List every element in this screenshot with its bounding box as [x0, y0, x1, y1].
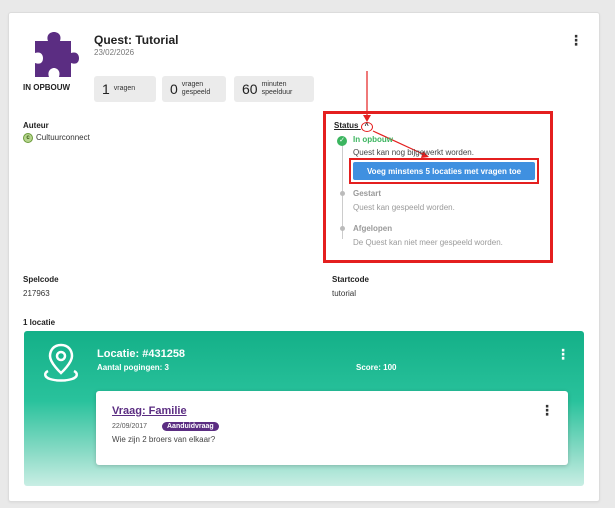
stat-played-label: vragen gespeeld: [181, 81, 211, 96]
stat-questions: 1 vragen: [94, 76, 156, 102]
speelcode-label: Spelcode: [23, 275, 59, 284]
location-score: Score: 100: [356, 363, 397, 372]
location-kebab-icon[interactable]: ⋮: [556, 347, 570, 361]
location-title: Locatie: #431258: [97, 348, 186, 360]
speelcode-value: 217963: [23, 289, 50, 298]
quest-title: Quest: Tutorial: [94, 33, 179, 47]
location-count: 1 locatie: [23, 318, 56, 327]
check-icon: ✓: [337, 136, 347, 146]
step-gestart-desc: Quest kan gespeeld worden.: [353, 203, 455, 212]
startcode-label: Startcode: [332, 275, 369, 284]
chevron-up-icon[interactable]: ^: [360, 122, 373, 132]
question-title-link[interactable]: Vraag: Familie: [112, 405, 187, 417]
question-type-badge: Aanduidvraag: [162, 422, 219, 431]
add-locations-button[interactable]: Voeg minstens 5 locaties met vragen toe: [353, 162, 535, 180]
cultuurconnect-logo-icon: c: [23, 133, 33, 143]
stat-played: 0 vragen gespeeld: [162, 76, 226, 102]
stat-duration-number: 60: [242, 81, 258, 97]
puzzle-icon: [35, 32, 79, 77]
step-dot-afgelopen: [340, 226, 345, 231]
step-afgelopen-desc: De Quest kan niet meer gespeeld worden.: [353, 238, 503, 247]
status-timeline-line: [342, 141, 343, 239]
startcode-value: tutorial: [332, 289, 357, 298]
quest-status-label: IN OPBOUW: [23, 83, 71, 92]
status-header[interactable]: Status ^: [334, 121, 373, 132]
step-in-opbouw-title: In opbouw: [353, 135, 393, 144]
location-attempts: Aantal pogingen: 3: [97, 363, 169, 372]
step-dot-gestart: [340, 191, 345, 196]
question-card: Vraag: Familie 22/09/2017 Aanduidvraag W…: [96, 391, 568, 465]
author-label: Auteur: [23, 121, 49, 130]
kebab-vertical-icon[interactable]: ⋮: [569, 33, 583, 47]
stat-questions-label: vragen: [113, 85, 136, 92]
author-value: c Cultuurconnect: [23, 133, 90, 143]
step-gestart-title: Gestart: [353, 189, 382, 198]
question-text: Wie zijn 2 broers van elkaar?: [112, 435, 216, 444]
stat-duration: 60 minuten speelduur: [234, 76, 314, 102]
stat-duration-label: minuten speelduur: [261, 81, 293, 96]
location-card: Locatie: #431258 Aantal pogingen: 3 Scor…: [24, 331, 584, 486]
question-date: 22/09/2017: [112, 423, 148, 430]
step-in-opbouw-desc: Quest kan nog bijgewerkt worden.: [353, 148, 474, 157]
stat-questions-number: 1: [102, 81, 110, 97]
quest-card: Quest: Tutorial 23/02/2026 ⋮ IN OPBOUW 1…: [8, 12, 600, 502]
quest-date: 23/02/2026: [94, 48, 135, 57]
question-kebab-icon[interactable]: ⋮: [540, 403, 554, 417]
stat-played-number: 0: [170, 81, 178, 97]
step-afgelopen-title: Afgelopen: [353, 224, 393, 233]
location-pin-icon: [44, 343, 78, 382]
